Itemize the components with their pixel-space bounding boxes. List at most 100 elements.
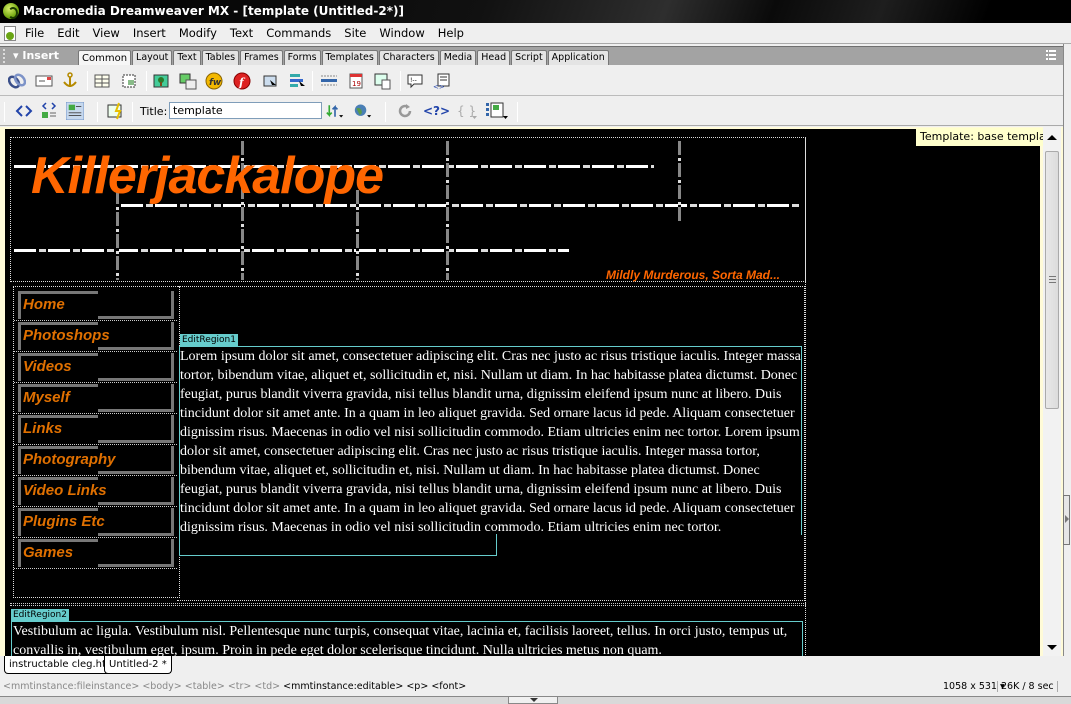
- live-data-icon[interactable]: [107, 102, 125, 120]
- nav-links-label: Links: [23, 420, 63, 437]
- panel-grip-icon[interactable]: [3, 49, 6, 63]
- tab-script[interactable]: Script: [511, 50, 547, 66]
- editable-region-1-tab[interactable]: EditRegion1: [180, 334, 238, 346]
- tag-editable[interactable]: <mmtinstance:editable>: [283, 681, 403, 692]
- image-placeholder-icon[interactable]: [179, 72, 197, 90]
- tag-td[interactable]: <td>: [254, 681, 280, 692]
- tab-application[interactable]: Application: [547, 50, 609, 66]
- tab-media[interactable]: Media: [439, 50, 477, 66]
- menu-text[interactable]: Text: [230, 26, 258, 40]
- menu-view[interactable]: View: [93, 26, 125, 40]
- layer-icon[interactable]: [120, 72, 138, 90]
- view-options-icon[interactable]: [486, 102, 510, 120]
- tab-characters[interactable]: Characters: [378, 50, 439, 66]
- file-management-icon[interactable]: [326, 102, 344, 120]
- scrollbar-thumb[interactable]: [1045, 151, 1059, 409]
- nav-photography[interactable]: Photography: [18, 446, 174, 474]
- fireworks-html-icon[interactable]: fw: [205, 72, 223, 90]
- nav-links[interactable]: Links: [18, 415, 174, 443]
- design-view-canvas[interactable]: Killerjackalope Mildly Murderous, Sorta …: [5, 129, 1040, 656]
- nav-video-links-label: Video Links: [23, 482, 107, 499]
- decorative-line: [678, 141, 681, 221]
- tab-templates[interactable]: Templates: [321, 50, 378, 66]
- panel-options-menu-icon[interactable]: [1046, 50, 1058, 61]
- toolbar-grip[interactable]: [4, 102, 5, 122]
- image-icon[interactable]: [152, 72, 170, 90]
- preview-browser-icon[interactable]: [354, 102, 372, 120]
- rollover-image-icon[interactable]: [261, 72, 279, 90]
- dreamweaver-logo-icon: [3, 3, 19, 19]
- tabular-data-icon[interactable]: [374, 72, 392, 90]
- editable-region-1-text[interactable]: Lorem ipsum dolor sit amet, consectetuer…: [180, 347, 803, 537]
- editable-region-2-tab[interactable]: EditRegion2: [11, 609, 69, 621]
- menu-file[interactable]: File: [25, 26, 49, 40]
- tag-tr[interactable]: <tr>: [228, 681, 252, 692]
- common-insert-toolbar: fw f 19 !-- <>: [0, 65, 1063, 96]
- document-window: Killerjackalope Mildly Murderous, Sorta …: [0, 127, 1063, 656]
- nav-games[interactable]: Games: [18, 539, 174, 567]
- scroll-up-arrow-icon[interactable]: [1047, 135, 1057, 140]
- hyperlink-icon[interactable]: [8, 72, 26, 90]
- email-link-icon[interactable]: [35, 72, 53, 90]
- tab-head[interactable]: Head: [477, 50, 511, 66]
- menu-modify[interactable]: Modify: [179, 26, 222, 40]
- menu-site[interactable]: Site: [344, 26, 371, 40]
- download-size: 26K / 8 sec: [997, 681, 1058, 692]
- reference-icon[interactable]: <?>: [423, 102, 449, 120]
- tab-forms[interactable]: Forms: [283, 50, 321, 66]
- nav-plugins-etc[interactable]: Plugins Etc: [18, 508, 174, 536]
- tag-p[interactable]: <p>: [406, 681, 428, 692]
- design-view-icon[interactable]: [66, 102, 84, 120]
- comment-icon[interactable]: !--: [406, 72, 424, 90]
- menu-edit[interactable]: Edit: [57, 26, 84, 40]
- tag-fileinstance[interactable]: <mmtinstance:fileinstance>: [3, 681, 139, 692]
- toolbar-separator: [400, 71, 401, 91]
- refresh-icon[interactable]: [396, 102, 414, 120]
- nav-video-links[interactable]: Video Links: [18, 477, 174, 505]
- tab-layout[interactable]: Layout: [132, 50, 173, 66]
- menu-help[interactable]: Help: [438, 26, 469, 40]
- toolbar-separator: [517, 102, 518, 122]
- window-size-selector[interactable]: 1058 x 531 ▾: [943, 681, 1005, 692]
- panel-expand-handle[interactable]: [1063, 495, 1070, 545]
- nav-photoshops[interactable]: Photoshops: [18, 322, 174, 350]
- tag-table[interactable]: <table>: [185, 681, 225, 692]
- date-icon[interactable]: 19: [347, 72, 365, 90]
- tab-common[interactable]: Common: [78, 50, 132, 66]
- menu-window[interactable]: Window: [379, 26, 429, 40]
- tab-tables[interactable]: Tables: [201, 50, 240, 66]
- nav-home[interactable]: Home: [18, 291, 174, 319]
- document-icon[interactable]: [4, 26, 16, 41]
- nav-videos[interactable]: Videos: [18, 353, 174, 381]
- navigation-cell[interactable]: Home Photoshops Videos Myself Links Phot…: [13, 286, 180, 598]
- svg-text:<>: <>: [433, 83, 445, 90]
- nav-myself[interactable]: Myself: [18, 384, 174, 412]
- panel-expand-arrow-icon[interactable]: [508, 697, 558, 704]
- split-view-icon[interactable]: [40, 102, 58, 120]
- editable-region-2-text[interactable]: Vestibulum ac ligula. Vestibulum nisl. P…: [13, 622, 801, 656]
- table-icon[interactable]: [93, 72, 111, 90]
- menu-insert[interactable]: Insert: [133, 26, 171, 40]
- named-anchor-icon[interactable]: [61, 72, 79, 90]
- code-navigation-icon[interactable]: { }: [457, 102, 479, 120]
- flash-icon[interactable]: f: [233, 72, 251, 90]
- scroll-down-arrow-icon[interactable]: [1047, 645, 1057, 650]
- insert-panel-toggle[interactable]: ▾ Insert: [13, 49, 59, 62]
- tab-text[interactable]: Text: [173, 50, 201, 66]
- vertical-scrollbar[interactable]: [1043, 127, 1061, 656]
- nav-home-label: Home: [23, 296, 65, 313]
- horizontal-rule-icon[interactable]: [320, 72, 338, 90]
- svg-text:19: 19: [352, 80, 361, 88]
- tab-frames[interactable]: Frames: [240, 50, 283, 66]
- toolbar-separator: [146, 71, 147, 91]
- doc-tab-untitled-2[interactable]: Untitled-2 *: [104, 656, 172, 674]
- code-view-icon[interactable]: [15, 102, 33, 120]
- tag-font[interactable]: <font>: [431, 681, 466, 692]
- navigation-bar-icon[interactable]: [288, 72, 306, 90]
- header-cell[interactable]: Killerjackalope Mildly Murderous, Sorta …: [10, 137, 806, 282]
- tag-body[interactable]: <body>: [142, 681, 181, 692]
- site-logo[interactable]: Killerjackalope: [31, 150, 384, 202]
- tag-chooser-icon[interactable]: <>: [433, 72, 451, 90]
- menu-commands[interactable]: Commands: [266, 26, 336, 40]
- page-title-input[interactable]: [169, 102, 322, 119]
